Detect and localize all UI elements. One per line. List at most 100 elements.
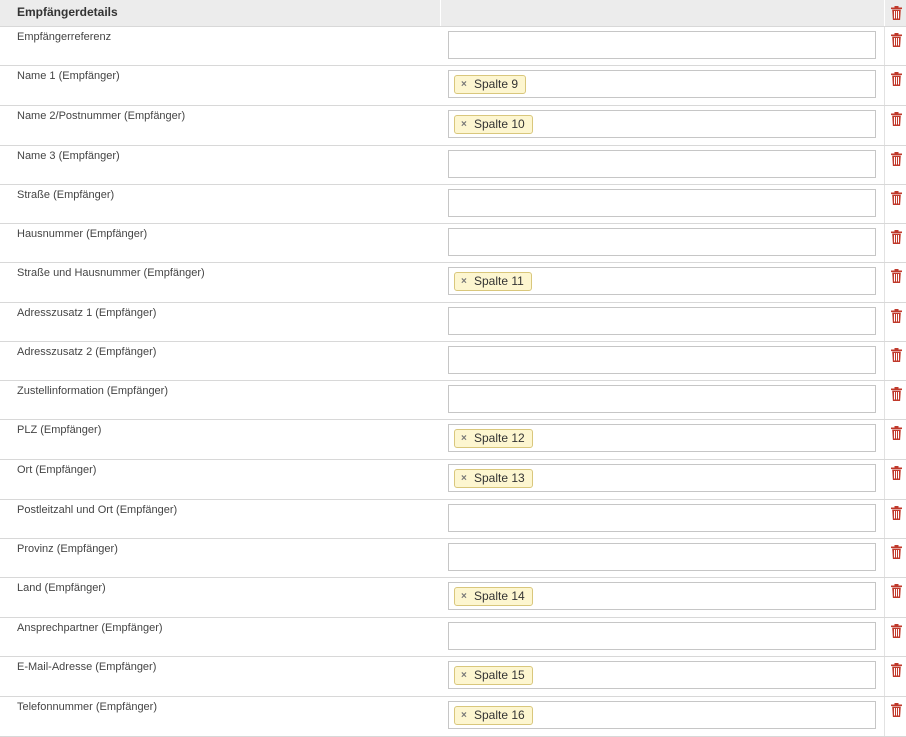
column-tag-label: Spalte 9	[474, 77, 519, 91]
column-tag-label: Spalte 16	[474, 708, 525, 722]
delete-row-trash-icon[interactable]	[891, 624, 902, 638]
column-divider	[884, 539, 885, 577]
mapping-field[interactable]: × Spalte 14	[448, 582, 876, 610]
remove-tag-close-icon[interactable]: ×	[461, 430, 467, 448]
column-divider	[884, 381, 885, 419]
field-row: Zustellinformation (Empfänger)	[0, 381, 906, 420]
field-label: Ansprechpartner (Empfänger)	[17, 622, 163, 634]
mapping-field[interactable]	[448, 189, 876, 217]
column-divider	[884, 460, 885, 499]
field-row: Provinz (Empfänger)	[0, 539, 906, 578]
field-label: Zustellinformation (Empfänger)	[17, 385, 169, 397]
field-label: Name 2/Postnummer (Empfänger)	[17, 110, 186, 122]
mapping-field[interactable]: × Spalte 10	[448, 110, 876, 138]
mapping-field[interactable]	[448, 228, 876, 256]
delete-row-trash-icon[interactable]	[891, 703, 902, 717]
remove-tag-close-icon[interactable]: ×	[461, 667, 467, 685]
delete-row-trash-icon[interactable]	[891, 152, 902, 166]
field-row: Straße und Hausnummer (Empfänger) × Spalte…	[0, 263, 906, 303]
section-header: Empfängerdetails	[0, 0, 906, 27]
column-tag-label: Spalte 11	[474, 274, 524, 288]
column-tag: × Spalte 16	[454, 706, 533, 725]
delete-row-trash-icon[interactable]	[891, 387, 902, 401]
column-divider	[884, 66, 885, 105]
field-label: Provinz (Empfänger)	[17, 543, 118, 555]
delete-row-trash-icon[interactable]	[891, 506, 902, 520]
delete-section-trash-icon[interactable]	[891, 6, 902, 20]
remove-tag-close-icon[interactable]: ×	[461, 707, 467, 725]
delete-row-trash-icon[interactable]	[891, 426, 902, 440]
field-row: Adresszusatz 1 (Empfänger)	[0, 303, 906, 342]
column-tag-label: Spalte 13	[474, 471, 525, 485]
delete-row-trash-icon[interactable]	[891, 230, 902, 244]
column-tag: × Spalte 13	[454, 469, 533, 488]
mapping-field[interactable]	[448, 150, 876, 178]
delete-row-trash-icon[interactable]	[891, 269, 902, 283]
delete-row-trash-icon[interactable]	[891, 309, 902, 323]
mapping-field[interactable]: × Spalte 9	[448, 70, 876, 98]
remove-tag-close-icon[interactable]: ×	[461, 588, 467, 606]
column-divider	[884, 27, 885, 65]
column-divider	[884, 578, 885, 617]
column-divider	[884, 185, 885, 223]
column-tag: × Spalte 14	[454, 587, 533, 606]
mapping-field[interactable]: × Spalte 11	[448, 267, 876, 295]
column-tag-label: Spalte 10	[474, 117, 525, 131]
column-divider	[884, 697, 885, 736]
mapping-field[interactable]: × Spalte 16	[448, 701, 876, 729]
mapping-field[interactable]: × Spalte 12	[448, 424, 876, 452]
header-value-cell	[441, 0, 884, 26]
column-divider	[884, 106, 885, 145]
field-label: Adresszusatz 1 (Empfänger)	[17, 307, 157, 319]
remove-tag-close-icon[interactable]: ×	[461, 470, 467, 488]
delete-row-trash-icon[interactable]	[891, 584, 902, 598]
remove-tag-close-icon[interactable]: ×	[461, 273, 467, 291]
column-tag-label: Spalte 15	[474, 668, 525, 682]
mapping-field[interactable]	[448, 622, 876, 650]
field-label: PLZ (Empfänger)	[17, 424, 102, 436]
delete-row-trash-icon[interactable]	[891, 191, 902, 205]
column-tag-label: Spalte 12	[474, 431, 525, 445]
field-row: E-Mail-Adresse (Empfänger) × Spalte 15	[0, 657, 906, 697]
field-row: Postleitzahl und Ort (Empfänger)	[0, 500, 906, 539]
mapping-field[interactable]	[448, 346, 876, 374]
delete-row-trash-icon[interactable]	[891, 545, 902, 559]
field-row: Land (Empfänger) × Spalte 14	[0, 578, 906, 618]
field-label: Straße und Hausnummer (Empfänger)	[17, 267, 205, 279]
column-divider	[884, 224, 885, 262]
mapping-field[interactable]	[448, 31, 876, 59]
remove-tag-close-icon[interactable]: ×	[461, 76, 467, 94]
remove-tag-close-icon[interactable]: ×	[461, 116, 467, 134]
field-label: Empfängerreferenz	[17, 31, 112, 43]
mapping-field[interactable]	[448, 504, 876, 532]
delete-row-trash-icon[interactable]	[891, 466, 902, 480]
field-label: E-Mail-Adresse (Empfänger)	[17, 661, 157, 673]
delete-row-trash-icon[interactable]	[891, 72, 902, 86]
delete-row-trash-icon[interactable]	[891, 663, 902, 677]
column-divider	[884, 618, 885, 656]
mapping-field[interactable]: × Spalte 13	[448, 464, 876, 492]
mapping-field[interactable]	[448, 543, 876, 571]
delete-row-trash-icon[interactable]	[891, 348, 902, 362]
field-label: Adresszusatz 2 (Empfänger)	[17, 346, 157, 358]
mapping-field[interactable]: × Spalte 15	[448, 661, 876, 689]
field-label: Ort (Empfänger)	[17, 464, 97, 476]
field-row: Ansprechpartner (Empfänger)	[0, 618, 906, 657]
field-label: Postleitzahl und Ort (Empfänger)	[17, 504, 178, 516]
field-row: Straße (Empfänger)	[0, 185, 906, 224]
field-label: Telefonnummer (Empfänger)	[17, 701, 158, 713]
delete-row-trash-icon[interactable]	[891, 112, 902, 126]
column-tag: × Spalte 10	[454, 115, 533, 134]
column-divider	[884, 657, 885, 696]
mapping-field[interactable]	[448, 307, 876, 335]
field-row: Empfängerreferenz	[0, 27, 906, 66]
field-row: PLZ (Empfänger) × Spalte 12	[0, 420, 906, 460]
column-tag: × Spalte 11	[454, 272, 532, 291]
field-label: Name 1 (Empfänger)	[17, 70, 120, 82]
column-tag-label: Spalte 14	[474, 589, 525, 603]
mapping-field[interactable]	[448, 385, 876, 413]
field-row: Hausnummer (Empfänger)	[0, 224, 906, 263]
column-tag: × Spalte 15	[454, 666, 533, 685]
field-row: Ort (Empfänger) × Spalte 13	[0, 460, 906, 500]
delete-row-trash-icon[interactable]	[891, 33, 902, 47]
